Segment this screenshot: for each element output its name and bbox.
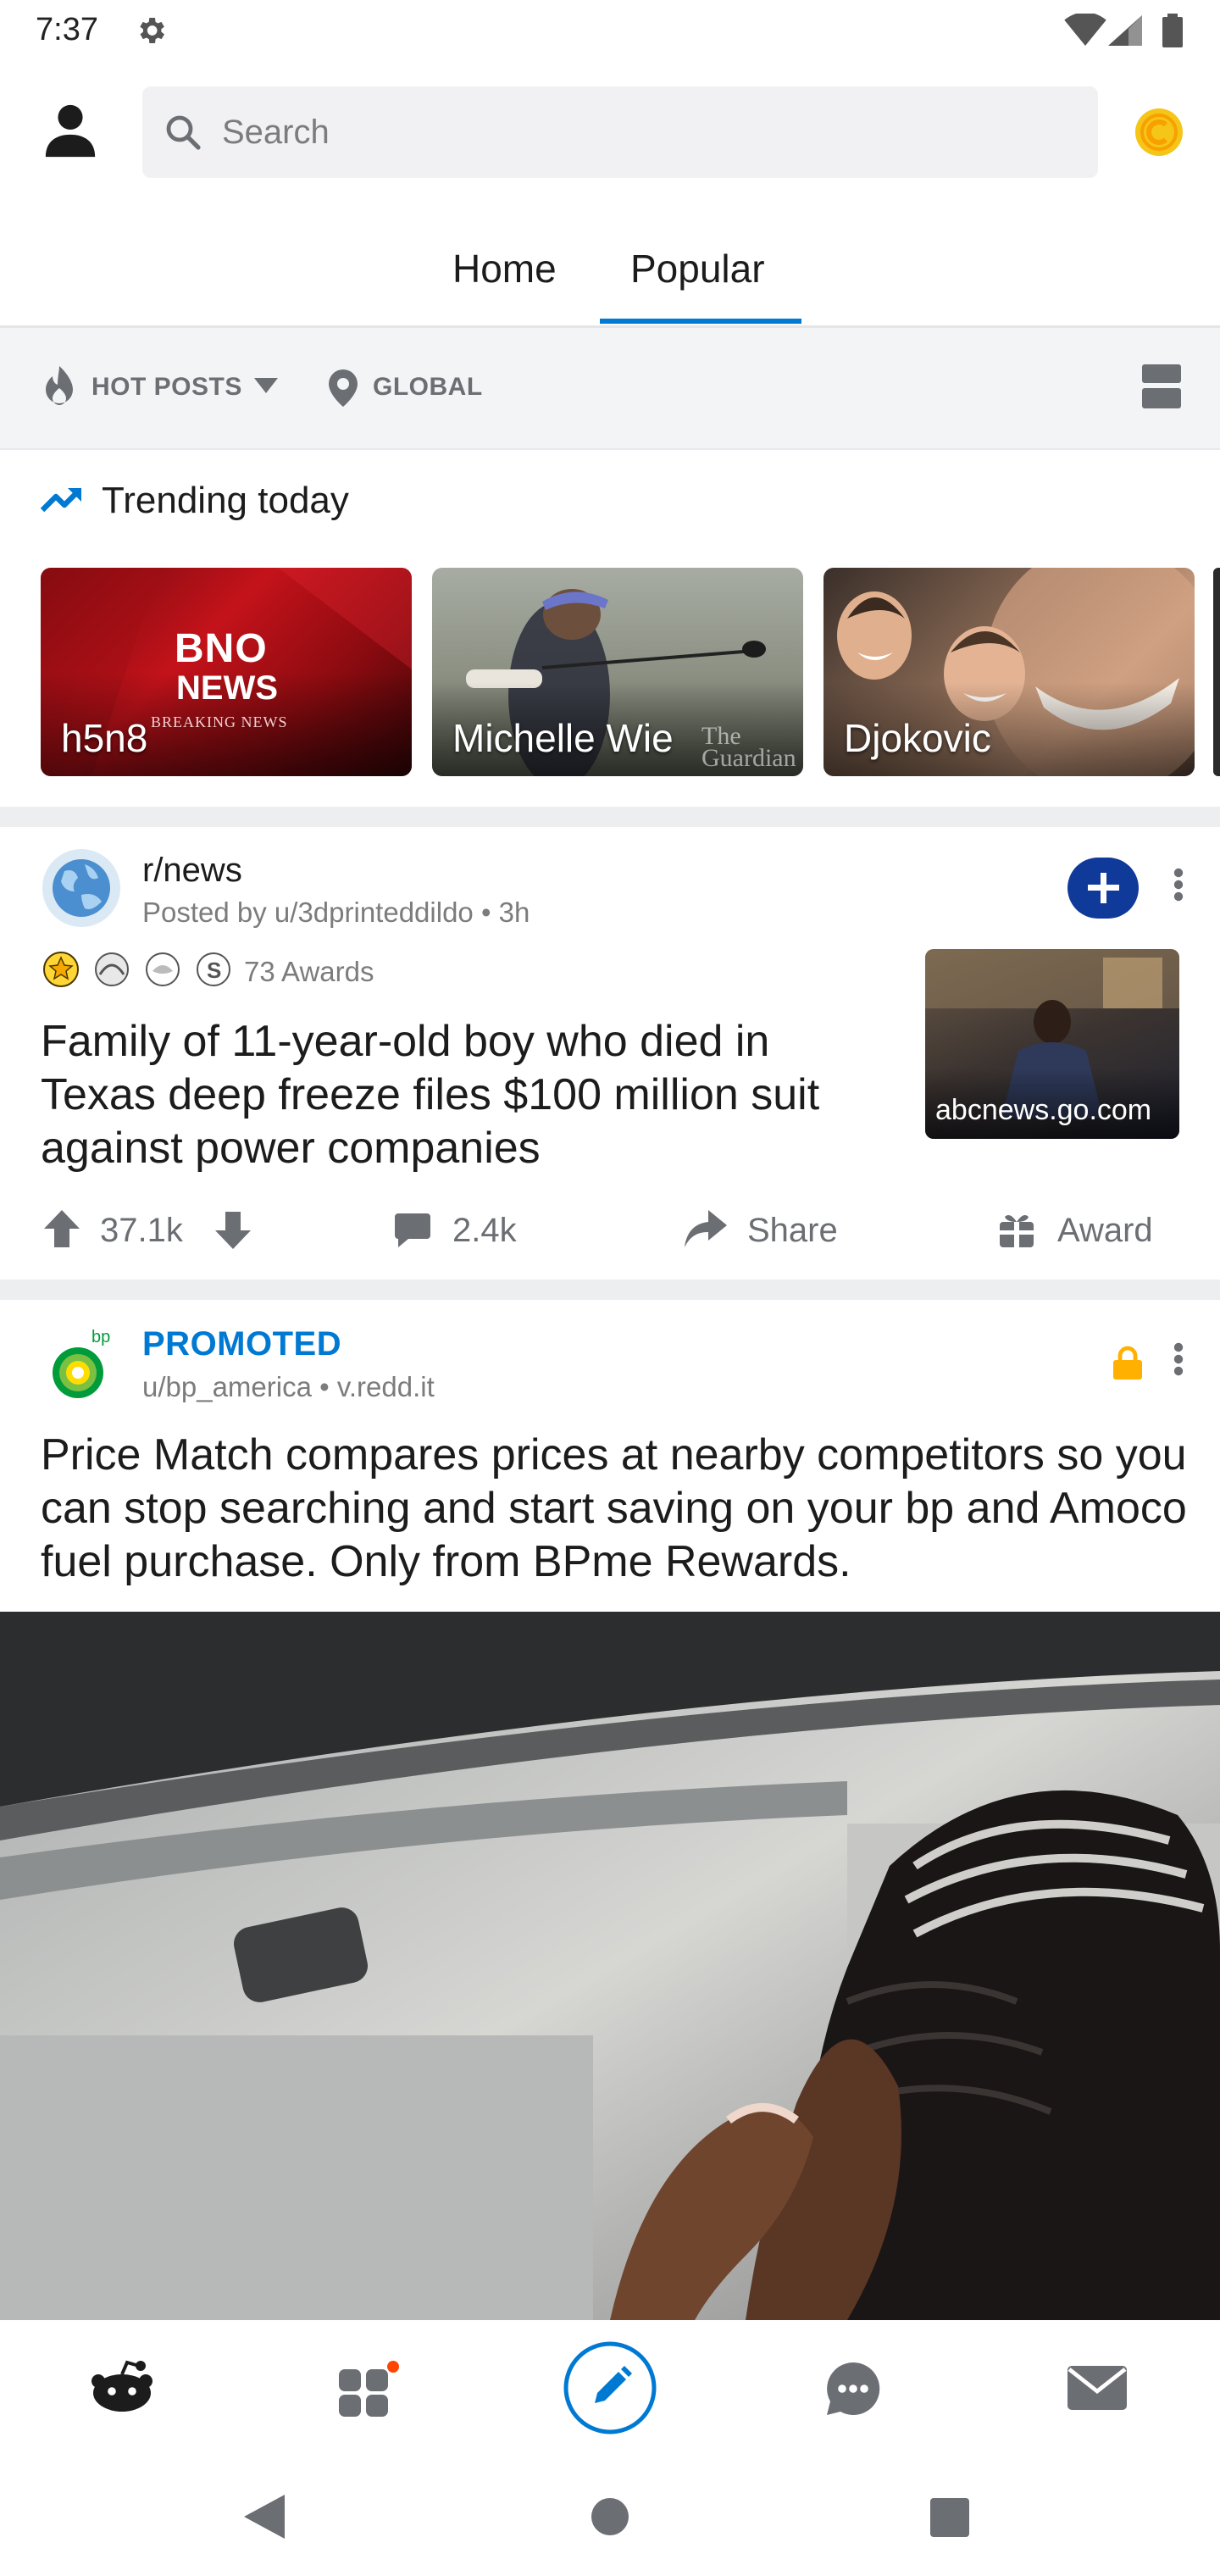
search-icon: [163, 112, 203, 153]
upvote-icon[interactable]: [44, 1210, 80, 1247]
location-global[interactable]: GLOBAL: [373, 373, 483, 402]
guardian-watermark: The Guardian: [702, 722, 796, 772]
section-divider: [0, 807, 1220, 827]
cell-signal-icon: [1108, 15, 1142, 46]
trending-up-icon: [41, 486, 83, 514]
trending-card-h5n8[interactable]: BNO NEWS BREAKING NEWS h5n8: [41, 568, 412, 776]
reddit-home-icon[interactable]: [88, 2359, 156, 2413]
awards-count[interactable]: 73 Awards: [244, 956, 374, 988]
trending-card-label: h5n8: [61, 716, 148, 760]
section-divider: [0, 1280, 1220, 1300]
promo-title[interactable]: Price Match compares prices at nearby co…: [41, 1429, 1193, 1589]
upvote-count: 37.1k: [100, 1212, 183, 1249]
trending-title: Trending today: [102, 480, 349, 521]
home-circle-icon[interactable]: [590, 2496, 630, 2537]
back-icon[interactable]: [244, 2495, 285, 2539]
more-vertical-icon[interactable]: [1173, 868, 1184, 902]
promo-meta: u/bp_america • v.redd.it: [142, 1371, 435, 1402]
share-icon[interactable]: [685, 1210, 727, 1247]
share-button[interactable]: Share: [747, 1212, 838, 1250]
flame-icon: [42, 366, 76, 407]
post-meta: Posted by u/3dprinteddildo • 3h: [142, 897, 530, 928]
bno-logo-line1: BNO: [175, 626, 268, 671]
comment-count[interactable]: 2.4k: [452, 1212, 517, 1250]
battery-icon: [1162, 14, 1183, 47]
recents-icon[interactable]: [930, 2498, 969, 2537]
active-tab-indicator: [600, 319, 801, 324]
inbox-icon[interactable]: [1068, 2366, 1127, 2410]
svg-text:S: S: [207, 958, 221, 983]
bno-logo-tag: BREAKING NEWS: [151, 713, 288, 730]
award-badges: S: [41, 949, 236, 991]
chat-icon[interactable]: [825, 2361, 881, 2417]
communities-icon[interactable]: [339, 2361, 400, 2417]
trending-card-peek[interactable]: [1213, 568, 1220, 776]
sort-hot-posts[interactable]: HOT POSTS: [92, 373, 242, 402]
join-plus-icon[interactable]: [1068, 858, 1139, 919]
tab-home[interactable]: Home: [452, 246, 557, 291]
award-icon[interactable]: [1000, 1212, 1034, 1247]
caret-down-icon[interactable]: [254, 378, 278, 393]
post-title[interactable]: Family of 11-year-old boy who died in Te…: [41, 1015, 888, 1175]
bp-logo-icon[interactable]: bp: [47, 1327, 119, 1403]
create-post-icon[interactable]: [563, 2340, 657, 2435]
gear-icon: [134, 14, 168, 47]
more-vertical-icon[interactable]: [1173, 1342, 1184, 1376]
globe-icon[interactable]: [41, 847, 122, 929]
card-view-icon[interactable]: [1142, 364, 1181, 408]
promoted-label: PROMOTED: [142, 1325, 342, 1363]
profile-icon[interactable]: [41, 100, 100, 159]
svg-text:bp: bp: [92, 1328, 110, 1346]
comment-icon[interactable]: [395, 1213, 430, 1247]
tab-popular[interactable]: Popular: [630, 246, 765, 291]
trending-card-djokovic[interactable]: Djokovic: [824, 568, 1195, 776]
subreddit-name[interactable]: r/news: [142, 852, 242, 890]
lock-icon: [1113, 1346, 1142, 1380]
coins-icon[interactable]: [1132, 105, 1186, 159]
status-time: 7:37: [36, 12, 98, 47]
downvote-icon[interactable]: [215, 1212, 251, 1249]
thumbnail-domain: abcnews.go.com: [935, 1094, 1152, 1126]
wifi-icon: [1064, 14, 1106, 46]
bno-logo-line2: NEWS: [176, 669, 278, 707]
trending-card-label: Djokovic: [844, 716, 991, 760]
post-thumbnail[interactable]: abcnews.go.com: [925, 949, 1179, 1139]
trending-card-michelle-wie[interactable]: The Guardian Michelle Wie: [432, 568, 803, 776]
promo-video[interactable]: [0, 1612, 1220, 2320]
search-placeholder: Search: [222, 114, 330, 151]
location-pin-icon: [329, 369, 358, 407]
trending-card-label: Michelle Wie: [452, 716, 674, 760]
award-button[interactable]: Award: [1057, 1212, 1153, 1250]
